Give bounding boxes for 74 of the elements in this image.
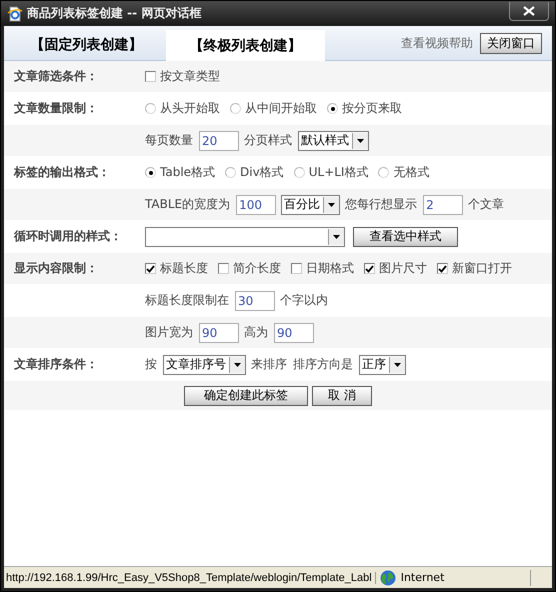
dropdown[interactable]: 默认样式 bbox=[298, 130, 369, 150]
option-label: Table格式 bbox=[160, 164, 216, 181]
field-text: 您每行想显示 bbox=[345, 196, 418, 213]
input-field[interactable]: 30 bbox=[235, 290, 275, 310]
checkbox[interactable] bbox=[145, 263, 156, 274]
zone-label: Internet bbox=[400, 571, 444, 584]
field-text: 来排序 bbox=[251, 356, 287, 373]
caret-icon bbox=[234, 362, 241, 366]
view-style-button[interactable]: 查看选中样式 bbox=[353, 226, 458, 246]
option-label: 无格式 bbox=[393, 164, 430, 181]
dropdown[interactable]: 正序 bbox=[359, 354, 406, 374]
radio-button[interactable] bbox=[294, 167, 305, 178]
option-label: 新窗口打开 bbox=[452, 260, 512, 277]
option-label: 简介长度 bbox=[233, 260, 281, 277]
input-field[interactable]: 20 bbox=[199, 130, 239, 150]
checkbox[interactable] bbox=[291, 263, 302, 274]
field-label: 文章筛选条件： bbox=[14, 69, 98, 83]
tab[interactable]: 【终极列表创建】 bbox=[166, 30, 325, 61]
option-label: 从中间开始取 bbox=[245, 100, 317, 117]
field-text: 标题长度限制在 bbox=[145, 292, 229, 309]
field-text: 按 bbox=[145, 356, 157, 373]
close-button[interactable] bbox=[509, 2, 549, 20]
option-label: 按文章类型 bbox=[160, 68, 220, 85]
close-window-button[interactable]: 关闭窗口 bbox=[480, 32, 542, 54]
caret-icon bbox=[357, 138, 364, 142]
input-field[interactable]: 100 bbox=[236, 194, 276, 214]
radio-button[interactable] bbox=[378, 167, 390, 178]
caret-icon bbox=[394, 362, 401, 366]
cancel-button[interactable]: 取 消 bbox=[312, 386, 372, 406]
option-label: 按分页来取 bbox=[342, 100, 402, 117]
field-text: 排序方向是 bbox=[293, 356, 353, 373]
caret-icon bbox=[328, 202, 336, 206]
field-label: 标签的输出格式： bbox=[14, 165, 110, 179]
create-button[interactable]: 确定创建此标签 bbox=[184, 386, 308, 406]
status-url: http://192.168.1.99/Hrc_Easy_V5Shop8_Template/weblogin/Template_Labl bbox=[4, 572, 376, 584]
checkbox[interactable] bbox=[218, 263, 229, 274]
radio-button[interactable] bbox=[145, 167, 156, 178]
field-label: 文章排序条件： bbox=[14, 357, 98, 371]
radio-button[interactable] bbox=[230, 103, 241, 114]
option-label: 日期格式 bbox=[306, 260, 354, 277]
input-field[interactable]: 2 bbox=[423, 194, 464, 214]
radio-button[interactable] bbox=[327, 103, 338, 114]
radio-button[interactable] bbox=[225, 167, 236, 178]
field-text: 图片宽为 bbox=[145, 324, 193, 341]
option-label: Div格式 bbox=[240, 164, 284, 181]
radio-button[interactable] bbox=[145, 103, 156, 114]
field-label: 循环时调用的样式： bbox=[14, 229, 122, 243]
tab[interactable]: 【固定列表创建】 bbox=[7, 30, 166, 60]
option-label: 从头开始取 bbox=[160, 100, 220, 117]
field-text: TABLE的宽度为 bbox=[145, 196, 230, 213]
field-text: 个文章 bbox=[468, 196, 504, 213]
checkbox[interactable] bbox=[145, 71, 156, 82]
field-label: 显示内容限制： bbox=[14, 261, 98, 275]
window-title: 商品列表标签创建 -- 网页对话框 bbox=[27, 5, 202, 22]
help-link[interactable]: 查看视频帮助 bbox=[401, 34, 473, 52]
field-text: 个字以内 bbox=[280, 292, 328, 309]
checkbox[interactable] bbox=[364, 263, 375, 274]
dropdown[interactable]: 百分比 bbox=[281, 194, 340, 214]
caret-icon bbox=[333, 234, 340, 238]
option-label: 标题长度 bbox=[160, 260, 208, 277]
dropdown[interactable] bbox=[145, 226, 345, 246]
checkbox[interactable] bbox=[437, 263, 448, 274]
dropdown[interactable]: 文章排序号 bbox=[163, 354, 246, 374]
field-text: 分页样式 bbox=[244, 132, 292, 149]
option-label: UL+LI格式 bbox=[308, 164, 368, 181]
field-text: 每页数量 bbox=[145, 132, 193, 149]
input-field[interactable]: 90 bbox=[199, 322, 239, 342]
input-field[interactable]: 90 bbox=[274, 322, 314, 342]
close-icon bbox=[523, 6, 535, 16]
page-icon bbox=[8, 6, 22, 21]
option-label: 图片尺寸 bbox=[379, 260, 427, 277]
field-text: 高为 bbox=[244, 324, 268, 341]
field-label: 文章数量限制： bbox=[14, 101, 98, 115]
globe-icon bbox=[380, 570, 396, 585]
